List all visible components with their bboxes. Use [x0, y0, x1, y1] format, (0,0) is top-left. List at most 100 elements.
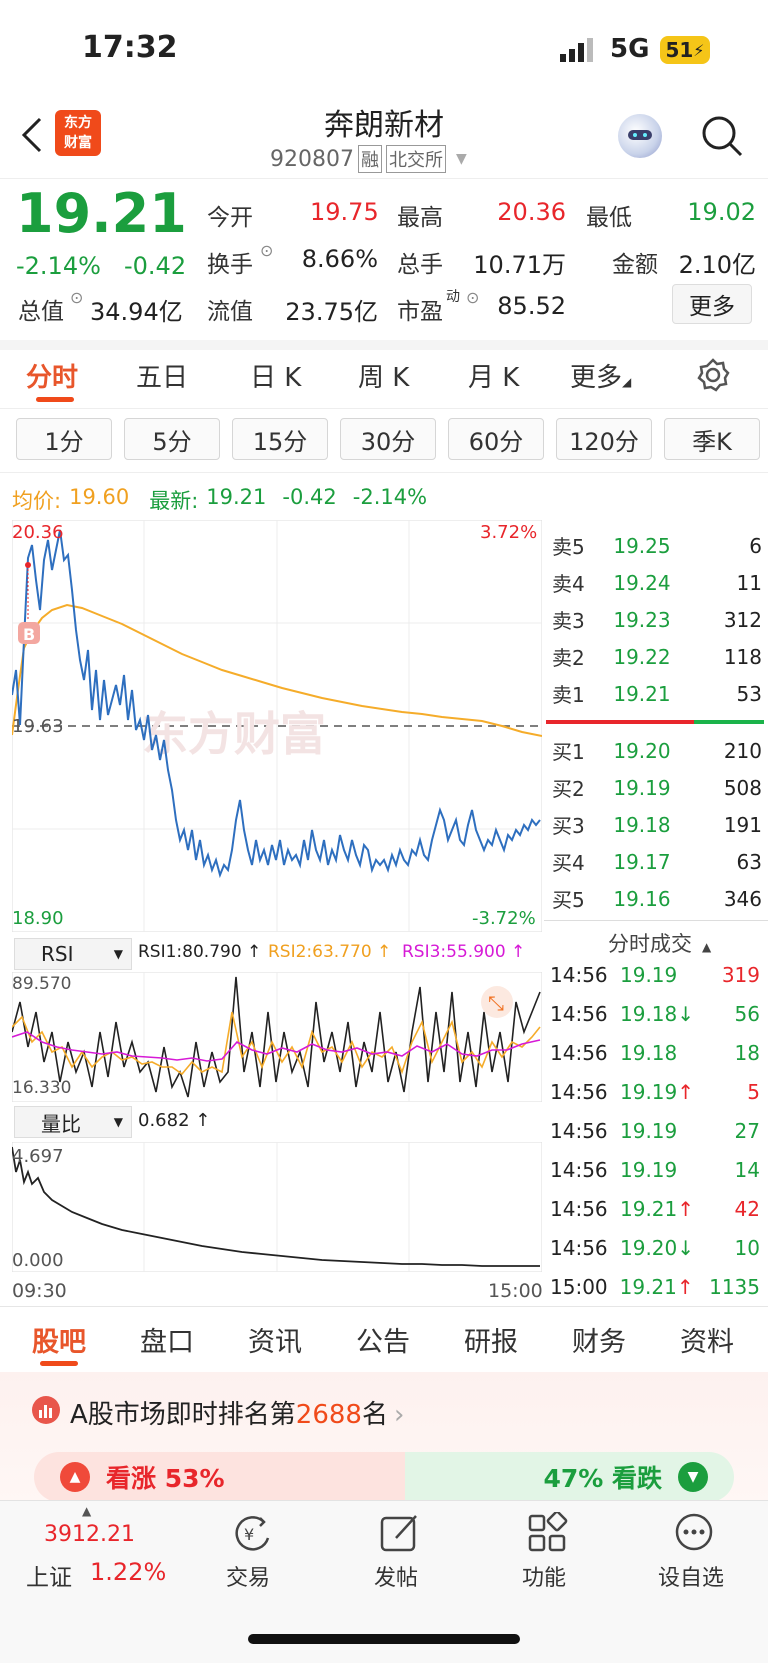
trade-icon[interactable]: ¥: [230, 1512, 274, 1556]
pe-label: 市盈: [397, 299, 443, 325]
change-amount: -0.42: [124, 252, 187, 280]
pe-superscript: 动: [446, 289, 460, 305]
info-icon[interactable]: ⊙: [70, 288, 83, 307]
exchange-tag: 北交所: [385, 145, 446, 173]
tab-news[interactable]: 资讯: [248, 1320, 302, 1359]
index-up-icon: ▲: [82, 1504, 92, 1518]
float-label: 流值: [207, 299, 253, 325]
tab-announcements[interactable]: 公告: [356, 1320, 410, 1359]
ask-row-5: 卖5 19.25 6: [552, 533, 762, 560]
tab-intraday[interactable]: 分时: [26, 357, 78, 394]
ranking-number: 2688: [295, 1400, 362, 1430]
tab-profile[interactable]: 资料: [680, 1320, 734, 1359]
latest-value: 19.21: [206, 485, 267, 509]
period-1min[interactable]: 1分: [16, 418, 112, 460]
buy-marker: B: [23, 625, 35, 644]
bid-row-3: 买3 19.18 191: [552, 812, 762, 839]
sentiment-down-label: 47% 看跌: [543, 1464, 662, 1493]
watchlist-icon[interactable]: [674, 1512, 718, 1556]
ask-row-4: 卖4 19.24 11: [552, 570, 762, 597]
period-5min[interactable]: 5分: [124, 418, 220, 460]
period-season-k[interactable]: 季K: [664, 418, 760, 460]
stock-code-row[interactable]: 920807 融 北交所 ▼: [270, 145, 467, 173]
nav-watchlist[interactable]: 设自选: [658, 1560, 724, 1592]
index-value[interactable]: 3912.21: [44, 1522, 135, 1547]
volume-ratio-chart[interactable]: [12, 1142, 542, 1272]
tab-financials[interactable]: 财务: [572, 1320, 626, 1359]
margin-tag: 融: [357, 145, 382, 173]
tab-more[interactable]: 更多◢: [570, 357, 631, 394]
high-value: 20.36: [497, 198, 566, 226]
tab-active-underline: [36, 397, 74, 402]
tick-row: 14:56 19.20↓ 10: [550, 1235, 760, 1260]
nav-post[interactable]: 发帖: [374, 1560, 418, 1592]
intraday-chart[interactable]: 东方财富 B: [12, 520, 542, 932]
tab-weekly-k[interactable]: 周 K: [358, 357, 409, 394]
chart-y-bottom: 18.90: [12, 908, 64, 929]
low-value: 19.02: [687, 198, 756, 226]
sentiment-up[interactable]: ▲ 看涨 53%: [34, 1452, 405, 1502]
tick-row: 14:56 19.19 14: [550, 1157, 760, 1182]
svg-text:¥: ¥: [244, 1525, 254, 1544]
period-60min[interactable]: 60分: [448, 418, 544, 460]
turnover-info-icon[interactable]: ⊙: [260, 241, 273, 260]
bid-row-2: 买2 19.19 508: [552, 775, 762, 802]
nav-functions[interactable]: 功能: [522, 1560, 566, 1592]
ranking-text[interactable]: A股市场即时排名第2688名 ›: [70, 1394, 404, 1431]
index-name[interactable]: 上证: [26, 1558, 72, 1592]
volume-value: 10.71万: [473, 251, 566, 279]
ticks-title[interactable]: 分时成交 ▲: [608, 928, 711, 958]
ask-row-1: 卖1 19.21 53: [552, 681, 762, 708]
tab-monthly-k[interactable]: 月 K: [468, 357, 519, 394]
settings-icon[interactable]: [696, 358, 730, 392]
change-percent: -2.14%: [16, 252, 101, 280]
tick-row: 14:56 19.19 27: [550, 1118, 760, 1143]
assistant-avatar[interactable]: [618, 114, 662, 158]
index-change[interactable]: 1.22%: [90, 1558, 166, 1586]
order-book-ratio-bar: [546, 720, 764, 724]
rsi-y-bottom: 16.330: [12, 1078, 72, 1098]
avg-value: 19.60: [69, 485, 130, 509]
tab-daily-k[interactable]: 日 K: [250, 357, 301, 394]
sentiment-bar[interactable]: ▲ 看涨 53% 47% 看跌 ▼: [34, 1452, 734, 1502]
status-time: 17:32: [82, 30, 178, 65]
ticks-title-label: 分时成交: [608, 932, 692, 956]
latest-label: 最新:: [149, 489, 199, 513]
tab-five-day[interactable]: 五日: [136, 357, 188, 394]
amount-value: 2.10亿: [678, 251, 756, 279]
tick-row: 15:00 19.21↑ 1135: [550, 1274, 760, 1299]
rsi-chart[interactable]: ⤡: [12, 972, 542, 1102]
tab-pankou[interactable]: 盘口: [140, 1320, 194, 1359]
battery-indicator: 51 ⚡: [660, 36, 710, 64]
tick-row: 14:56 19.19↑ 5: [550, 1079, 760, 1104]
tab-research[interactable]: 研报: [464, 1320, 518, 1359]
battery-level: 51: [665, 38, 694, 62]
period-120min[interactable]: 120分: [556, 418, 652, 460]
bid-row-5: 买5 19.16 346: [552, 886, 762, 913]
bid-row-4: 买4 19.17 63: [552, 849, 762, 876]
latest-change-pct: -2.14%: [352, 485, 428, 509]
rsi-selector[interactable]: RSI ▼: [14, 938, 132, 970]
float-value: 23.75亿: [285, 298, 378, 326]
search-icon[interactable]: [700, 114, 744, 158]
volume-ratio-label: 量比: [41, 1111, 81, 1136]
chart-pct-top: 3.72%: [480, 522, 538, 543]
period-30min[interactable]: 30分: [340, 418, 436, 460]
down-arrow-icon: ▼: [678, 1462, 708, 1492]
open-value: 19.75: [310, 198, 379, 226]
ranking-icon: [32, 1396, 60, 1424]
pe-info-icon[interactable]: ⊙: [466, 288, 479, 307]
rsi1-value: RSI1:80.790 ↑: [138, 942, 262, 962]
tab-guba[interactable]: 股吧: [32, 1320, 86, 1359]
more-button[interactable]: 更多: [672, 284, 752, 324]
x-axis-end: 15:00: [488, 1280, 543, 1302]
functions-icon[interactable]: [526, 1510, 570, 1556]
pe-value: 85.52: [497, 292, 566, 320]
tab-more-label: 更多: [570, 363, 623, 393]
volume-ratio-selector[interactable]: 量比 ▼: [14, 1106, 132, 1138]
rsi3-value: RSI3:55.900 ↑: [402, 942, 526, 962]
period-15min[interactable]: 15分: [232, 418, 328, 460]
post-icon[interactable]: [378, 1512, 422, 1556]
nav-trade[interactable]: 交易: [226, 1560, 270, 1592]
sentiment-down[interactable]: 47% 看跌 ▼: [405, 1452, 734, 1502]
